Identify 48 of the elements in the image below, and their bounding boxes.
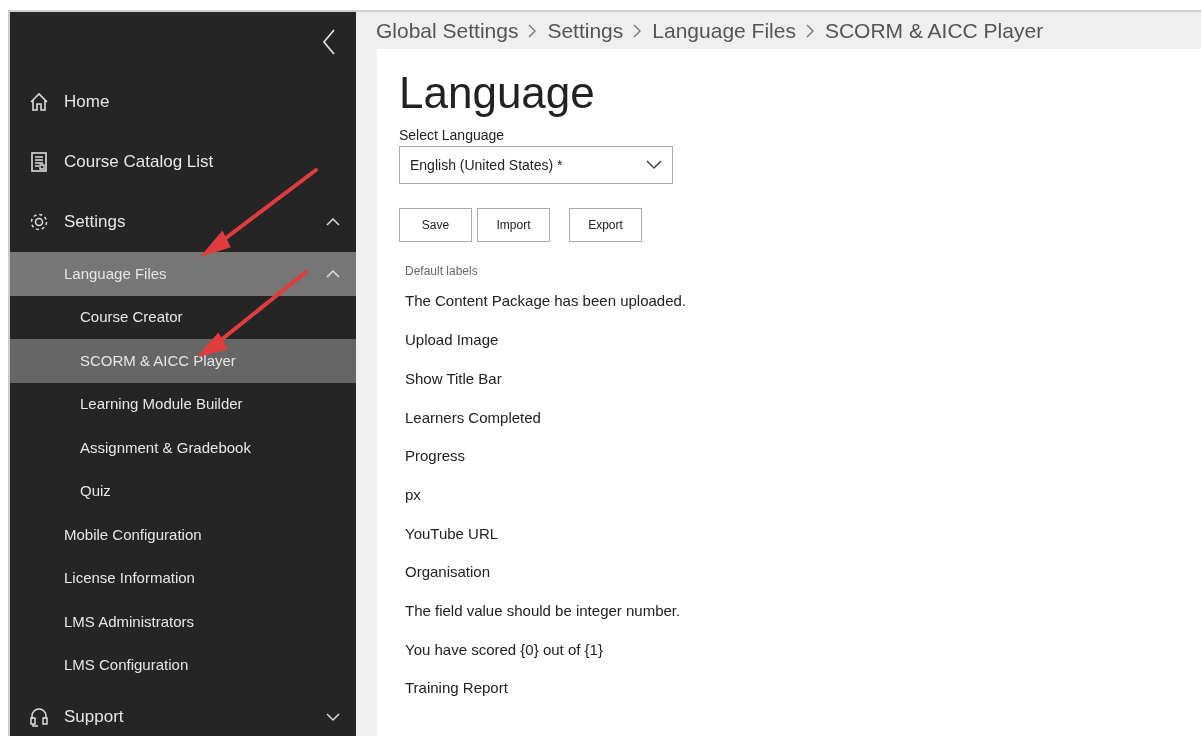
sidebar-item[interactable]: Support — [10, 687, 356, 736]
sidebar-item[interactable]: LMS Administrators — [10, 600, 356, 644]
page-title: Language — [399, 69, 596, 118]
home-icon — [28, 91, 50, 113]
breadcrumb-link[interactable]: Global Settings — [376, 14, 519, 47]
label-text: The Content Package has been uploaded. — [404, 291, 688, 312]
label-text: Upload Image — [404, 330, 500, 351]
label-text: YouTube URL — [404, 523, 500, 544]
label-text: Learners Completed — [404, 407, 542, 428]
settings-icon — [28, 211, 50, 233]
sidebar-item[interactable]: Mobile Configuration — [10, 513, 356, 557]
chevron-icon — [326, 217, 340, 227]
breadcrumb-link[interactable]: Language Files — [652, 14, 796, 47]
import-button[interactable]: Import — [477, 208, 550, 243]
export-button[interactable]: Export — [569, 208, 642, 243]
sidebar-item[interactable]: LMS Configuration — [10, 643, 356, 687]
chevron-icon — [633, 23, 643, 38]
save-button[interactable]: Save — [399, 208, 472, 243]
collapse-icon[interactable] — [322, 29, 336, 55]
label-text: Show Title Bar — [404, 368, 503, 389]
chevron-icon — [805, 23, 815, 38]
sidebar-item[interactable]: Home — [10, 72, 356, 132]
label-text: You have scored {0} out of {1} — [404, 639, 604, 660]
chevron-icon — [528, 23, 538, 38]
sidebar-item[interactable]: Assignment & Gradebook — [10, 426, 356, 470]
sidebar-item[interactable]: Learning Module Builder — [10, 382, 356, 426]
sidebar-item[interactable]: Language Files — [10, 252, 356, 296]
label-text: Organisation — [404, 562, 492, 583]
sidebar-item[interactable]: SCORM & AICC Player — [10, 339, 356, 383]
label-text: The field value should be integer number. — [404, 600, 682, 621]
field-label: Select Language — [399, 126, 506, 146]
sidebar-item[interactable]: License Information — [10, 556, 356, 600]
dropdown-icon — [646, 160, 662, 171]
document-icon — [28, 151, 50, 173]
label-text: px — [404, 484, 422, 505]
language-select[interactable]: English (United States) * — [399, 146, 673, 185]
breadcrumb-link[interactable]: SCORM & AICC Player — [824, 14, 1044, 47]
sidebar-item[interactable]: Course Catalog List — [10, 132, 356, 192]
sidebar-item[interactable]: Settings — [10, 192, 356, 252]
breadcrumb-link[interactable]: Settings — [547, 14, 624, 47]
label-text: Training Report — [404, 678, 509, 699]
label-text: Progress — [404, 446, 467, 467]
chevron-icon — [326, 712, 340, 722]
chevron-icon — [326, 268, 340, 279]
headset-icon — [28, 706, 50, 728]
sidebar-item[interactable]: Course Creator — [10, 295, 356, 339]
sidebar-item[interactable]: Quiz — [10, 469, 356, 513]
section-label: Default labels — [405, 263, 479, 281]
